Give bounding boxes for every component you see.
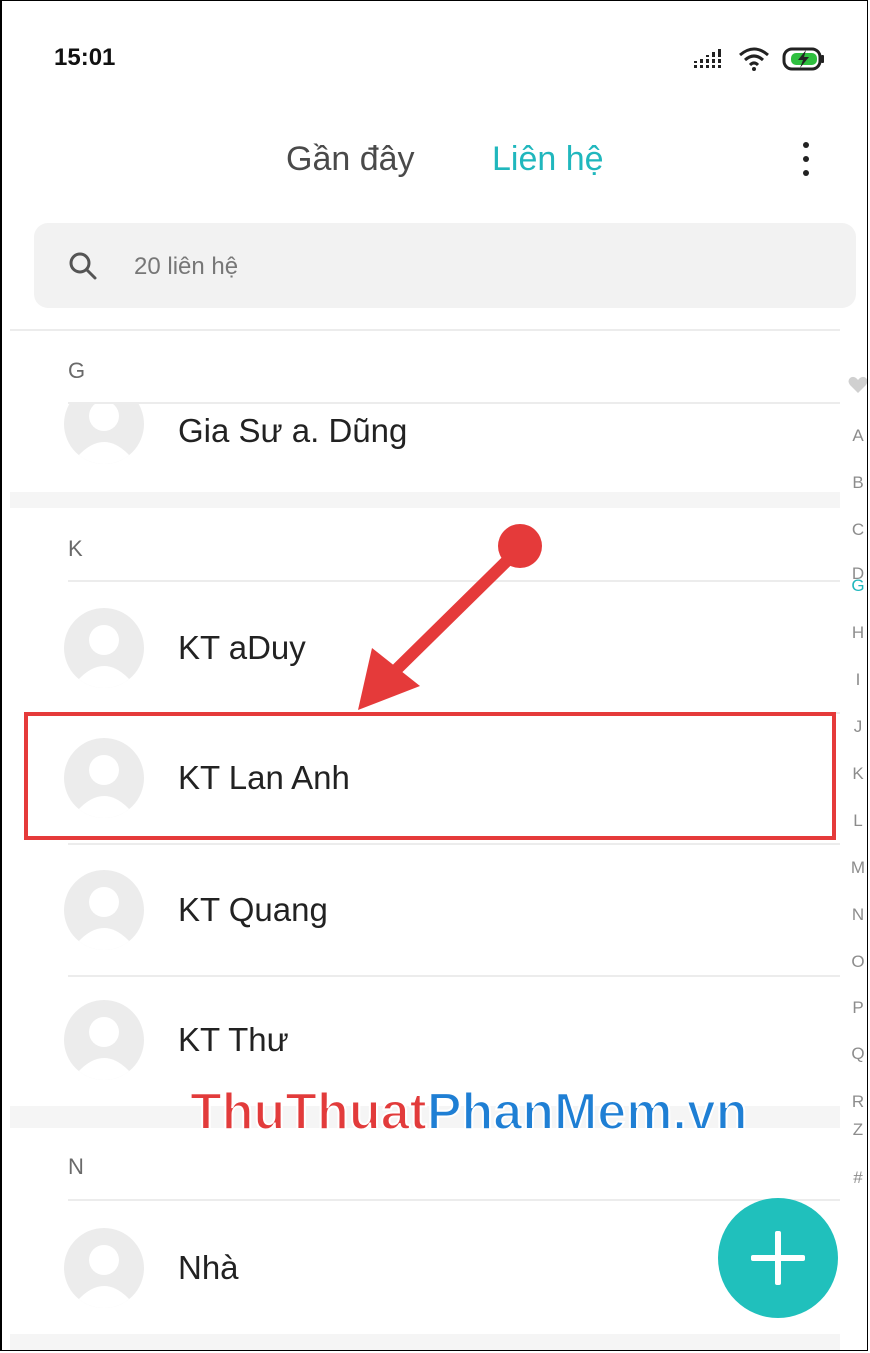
annotation-arrow-icon [358, 524, 542, 710]
watermark: ThuThuatPhanMem.vn [189, 1082, 749, 1142]
add-contact-button[interactable] [718, 1198, 838, 1318]
